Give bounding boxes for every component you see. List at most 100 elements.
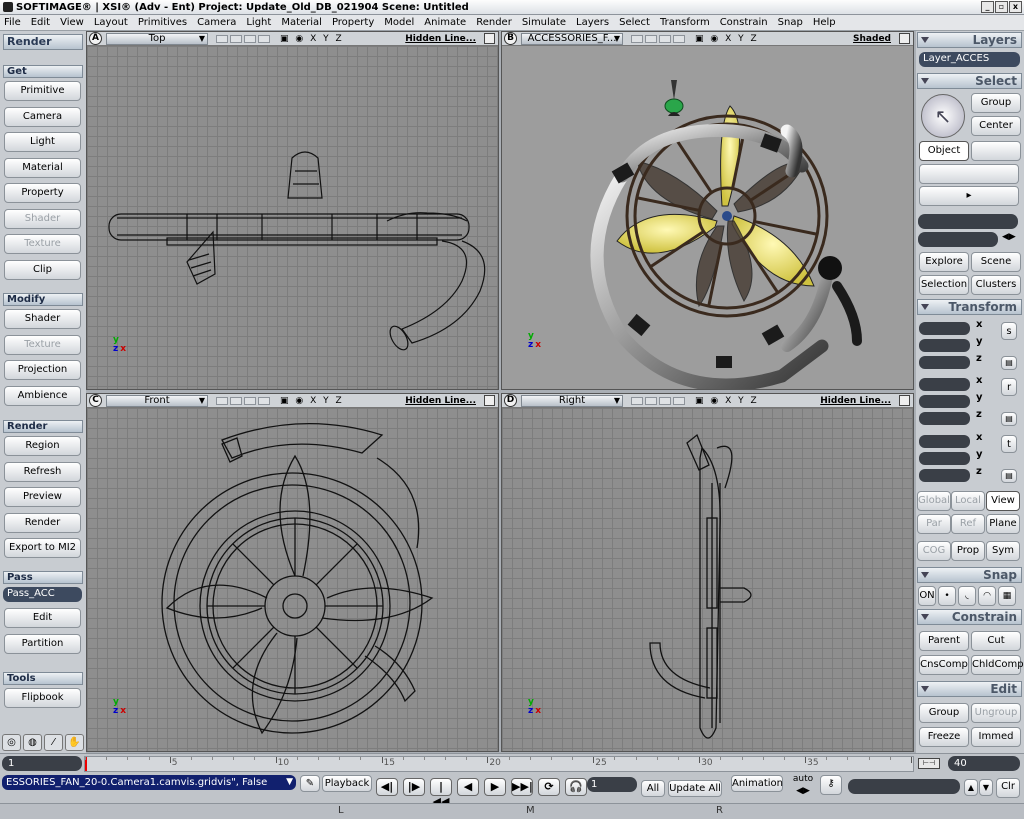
menu-select[interactable]: Select xyxy=(619,17,650,28)
viewport-a-display-mode[interactable]: Hidden Line... xyxy=(405,34,476,44)
get-material-button[interactable]: Material xyxy=(4,157,81,178)
loop-button[interactable]: ⟳ xyxy=(538,778,560,796)
menu-view[interactable]: View xyxy=(60,17,84,28)
memo-slot[interactable] xyxy=(645,396,657,405)
layers-header[interactable]: Layers xyxy=(917,32,1022,48)
select-center-button[interactable]: Center xyxy=(971,116,1021,136)
maximize-icon[interactable] xyxy=(899,33,910,44)
viewport-a-letter[interactable]: A xyxy=(89,32,102,45)
menu-light[interactable]: Light xyxy=(246,17,271,28)
t-x-field[interactable] xyxy=(919,435,970,448)
viewport-b-display-mode[interactable]: Shaded xyxy=(853,34,891,44)
camera-icon[interactable]: ▣ xyxy=(280,34,295,44)
render-export-to-mi2-button[interactable]: Export to MI2 xyxy=(4,538,81,558)
select-group-button[interactable]: Group xyxy=(971,93,1021,113)
menu-help[interactable]: Help xyxy=(813,17,836,28)
selection-field[interactable] xyxy=(918,214,1018,229)
snap-on-button[interactable]: ON xyxy=(918,586,936,606)
memo-slot[interactable] xyxy=(631,396,643,405)
panel-title-render[interactable]: Render xyxy=(3,34,83,50)
viewport-d-display-mode[interactable]: Hidden Line... xyxy=(820,396,891,406)
snap-curve-icon[interactable]: ◟ xyxy=(958,586,976,606)
memo-slot[interactable] xyxy=(673,34,685,43)
view-button[interactable]: View xyxy=(986,491,1020,511)
viewport-c-axes[interactable]: X Y Z xyxy=(310,396,344,406)
get-primitive-button[interactable]: Primitive xyxy=(4,81,81,101)
key-down-icon[interactable]: ▼ xyxy=(979,779,993,796)
viewport-a-camera-select[interactable]: Top ▼ xyxy=(106,32,208,45)
parent-button[interactable]: Parent xyxy=(919,631,969,651)
menu-file[interactable]: File xyxy=(4,17,21,28)
memo-slot[interactable] xyxy=(673,396,685,405)
memo-slot[interactable] xyxy=(631,34,643,43)
camera-icon[interactable]: ◎ xyxy=(2,734,21,751)
pass-select[interactable]: Pass_ACC xyxy=(3,587,82,602)
memo-slot[interactable] xyxy=(216,396,228,405)
explore-button[interactable]: Explore xyxy=(919,252,969,272)
viewport-d-camera-select[interactable]: Right ▼ xyxy=(521,394,623,407)
eye-icon[interactable]: ◉ xyxy=(295,396,310,406)
menu-material[interactable]: Material xyxy=(281,17,322,28)
select-header[interactable]: Select xyxy=(917,73,1022,89)
close-button[interactable]: x xyxy=(1009,1,1022,13)
r-z-field[interactable] xyxy=(919,412,970,425)
edit-header[interactable]: Edit xyxy=(917,681,1022,697)
key-up-icon[interactable]: ▲ xyxy=(964,779,978,796)
script-editor-icon[interactable]: ✎ xyxy=(300,775,320,792)
start-frame-field[interactable]: 1 xyxy=(2,756,82,771)
viewport-b-camera-select[interactable]: ACCESSORIES_F... ▼ xyxy=(521,32,623,45)
chldcomp-button[interactable]: ChldComp xyxy=(971,655,1024,675)
chevron-down-icon[interactable]: ▼ xyxy=(199,396,205,406)
menu-edit[interactable]: Edit xyxy=(31,17,50,28)
plane-button[interactable]: Plane xyxy=(986,514,1020,534)
maximize-button[interactable]: ▫ xyxy=(995,1,1008,13)
get-clip-button[interactable]: Clip xyxy=(4,259,81,280)
get-camera-button[interactable]: Camera xyxy=(4,106,81,127)
chevron-down-icon[interactable]: ▼ xyxy=(614,396,620,406)
pass-edit-button[interactable]: Edit xyxy=(4,608,81,628)
select-expand-button[interactable]: ▸ xyxy=(919,186,1019,206)
render-render-button[interactable]: Render xyxy=(4,512,81,533)
memo-slot[interactable] xyxy=(659,396,671,405)
s-y-field[interactable] xyxy=(919,339,970,352)
lock-icon[interactable]: ▤ xyxy=(1001,469,1017,483)
snap-point-icon[interactable]: • xyxy=(938,586,956,606)
viewport-a-axes[interactable]: X Y Z xyxy=(310,34,344,44)
rewind-button[interactable]: |◀◀ xyxy=(430,778,452,808)
viewport-d[interactable]: D Right ▼ ▣ ◉ X Y Z Hidden Line... yzx xyxy=(501,393,914,752)
edit-group-button[interactable]: Group xyxy=(919,703,969,723)
viewport-d-axes[interactable]: X Y Z xyxy=(725,396,759,406)
viewport-c-camera-select[interactable]: Front ▼ xyxy=(106,394,208,407)
current-frame-field[interactable]: 1 xyxy=(587,777,637,792)
r-y-field[interactable] xyxy=(919,395,970,408)
select-blank-row-button[interactable] xyxy=(919,164,1019,184)
chevron-down-icon[interactable]: ▼ xyxy=(199,34,205,44)
freeze-button[interactable]: Freeze xyxy=(919,727,969,747)
pin-icon[interactable] xyxy=(921,37,929,43)
menu-camera[interactable]: Camera xyxy=(197,17,236,28)
menu-simulate[interactable]: Simulate xyxy=(522,17,566,28)
get-property-button[interactable]: Property xyxy=(4,183,81,203)
key-field[interactable] xyxy=(848,779,960,794)
scene-button[interactable]: Scene xyxy=(971,252,1021,272)
pencil-icon[interactable]: ⁄ xyxy=(44,734,63,751)
maximize-icon[interactable] xyxy=(899,395,910,406)
audio-button[interactable]: 🎧 xyxy=(565,778,587,796)
menu-animate[interactable]: Animate xyxy=(424,17,466,28)
pass-partition-button[interactable]: Partition xyxy=(4,633,81,654)
get-light-button[interactable]: Light xyxy=(4,132,81,152)
pin-icon[interactable] xyxy=(921,78,929,84)
viewport-c[interactable]: C Front ▼ ▣ ◉ X Y Z Hidden Line... y z x xyxy=(86,393,499,752)
s-transform-button[interactable]: s xyxy=(1001,322,1017,340)
maximize-icon[interactable] xyxy=(484,395,495,406)
t-y-field[interactable] xyxy=(919,452,970,465)
pin-icon[interactable] xyxy=(921,686,929,692)
menu-primitives[interactable]: Primitives xyxy=(138,17,187,28)
selection-button[interactable]: Selection xyxy=(919,275,969,295)
select-arrow-icon[interactable]: ↖ xyxy=(921,94,965,138)
hand-icon[interactable]: ✋ xyxy=(65,734,84,751)
play-backward-button[interactable]: ◀ xyxy=(457,778,479,796)
cut-button[interactable]: Cut xyxy=(971,631,1021,651)
modify-shader-button[interactable]: Shader xyxy=(4,309,81,329)
lock-icon[interactable]: ▤ xyxy=(1001,356,1017,370)
